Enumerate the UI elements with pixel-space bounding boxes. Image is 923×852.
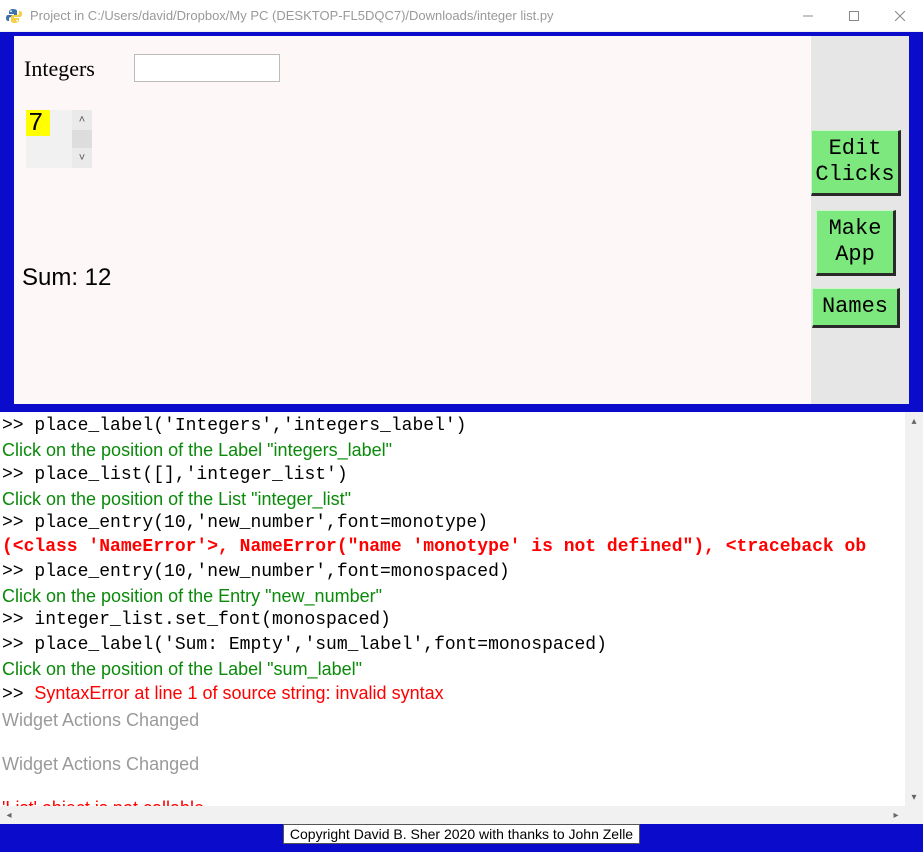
console-line: >> place_entry(10,'new_number',font=mono… [2,560,901,584]
console-panel: >> place_label('Integers','integers_labe… [0,412,923,824]
console-line: >> place_label('Integers','integers_labe… [2,414,901,438]
console-line: Widget Actions Changed [2,752,901,776]
console-line: Click on the position of the Entry "new_… [2,584,901,608]
window-titlebar: Project in C:/Users/david/Dropbox/My PC … [0,0,923,32]
new-number-entry[interactable] [134,54,280,82]
make-app-button[interactable]: Make App [816,210,896,276]
console-line: 'List' object is not callable [2,796,901,806]
console-line: Click on the position of the Label "inte… [2,438,901,462]
scroll-up-icon[interactable]: ▴ [905,412,923,430]
footer-bar: Copyright David B. Sher 2020 with thanks… [0,824,923,852]
console-line: >> place_list([],'integer_list') [2,463,901,487]
integer-listbox[interactable]: 7 ˄ ˅ [26,110,92,168]
list-item[interactable]: 7 [26,110,50,136]
console-line: >> SyntaxError at line 1 of source strin… [2,681,901,707]
listbox-scrollbar[interactable]: ˄ ˅ [72,110,92,168]
scroll-left-icon[interactable]: ◂ [0,806,18,824]
maximize-button[interactable] [831,0,877,32]
console-line: >> place_label('Sum: Empty','sum_label',… [2,633,901,657]
app-frame: Integers 7 ˄ ˅ Sum: 12 Edit Clicks Make … [0,32,923,852]
scroll-down-icon[interactable]: ▾ [905,788,923,806]
copyright-label: Copyright David B. Sher 2020 with thanks… [283,824,640,844]
console-line: (<class 'NameError'>, NameError("name 'm… [2,535,901,559]
console-vertical-scrollbar[interactable]: ▴ ▾ [905,412,923,806]
scroll-down-icon[interactable]: ˅ [72,148,92,168]
side-button-panel: Edit Clicks Make App Names [811,36,909,404]
edit-clicks-button[interactable]: Edit Clicks [811,130,901,196]
console-line: Click on the position of the List "integ… [2,487,901,511]
scroll-corner [905,806,923,824]
console-horizontal-scrollbar[interactable]: ◂ ▸ [0,806,923,824]
minimize-button[interactable] [785,0,831,32]
integers-label: Integers [24,56,95,82]
console-line: >> integer_list.set_font(monospaced) [2,608,901,632]
console-line [2,776,901,796]
console-line: Widget Actions Changed [2,708,901,732]
close-button[interactable] [877,0,923,32]
app-icon [6,8,22,24]
scroll-up-icon[interactable]: ˄ [72,110,92,130]
canvas-panel: Integers 7 ˄ ˅ Sum: 12 [14,36,811,404]
scroll-right-icon[interactable]: ▸ [887,806,905,824]
console-line [2,732,901,752]
sum-label: Sum: 12 [22,264,111,292]
names-button[interactable]: Names [812,288,900,328]
scroll-thumb[interactable] [72,130,92,148]
console-line: Click on the position of the Label "sum_… [2,657,901,681]
window-title: Project in C:/Users/david/Dropbox/My PC … [30,8,785,23]
console-text[interactable]: >> place_label('Integers','integers_labe… [0,412,905,806]
console-line: >> place_entry(10,'new_number',font=mono… [2,511,901,535]
